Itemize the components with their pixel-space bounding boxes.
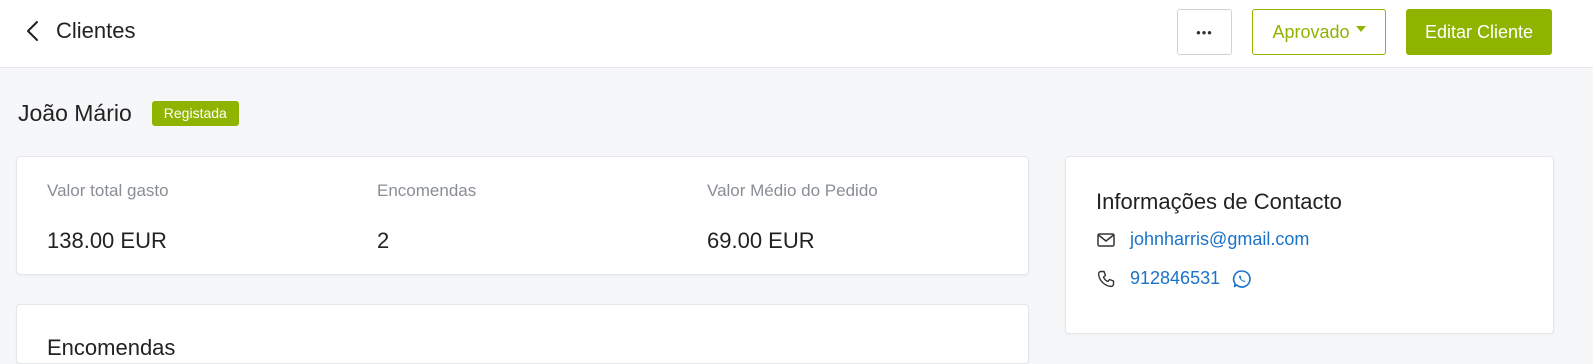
contact-email-row: johnharris@gmail.com [1096, 229, 1309, 250]
status-badge: Registada [151, 100, 239, 126]
customer-name: João Mário [18, 99, 132, 126]
stat-orders: Encomendas 2 [377, 181, 476, 254]
email-link[interactable]: johnharris@gmail.com [1130, 229, 1309, 250]
orders-title: Encomendas [47, 335, 176, 360]
contact-title: Informações de Contacto [1096, 189, 1342, 214]
ellipsis-icon: ••• [1196, 24, 1213, 40]
stat-average-order: Valor Médio do Pedido 69.00 EUR [707, 181, 878, 254]
contact-phone-row: 912846531 [1096, 268, 1252, 289]
stat-value: 2 [377, 228, 390, 253]
stats-card: Valor total gasto 138.00 EUR Encomendas … [16, 156, 1029, 275]
back-button[interactable]: Clientes [24, 17, 135, 45]
stat-label: Valor Médio do Pedido [707, 181, 878, 200]
contact-card: Informações de Contacto johnharris@gmail… [1065, 156, 1554, 334]
stat-total-spent: Valor total gasto 138.00 EUR [47, 181, 169, 254]
status-dropdown[interactable]: Aprovado [1252, 9, 1386, 55]
top-bar: Clientes ••• Aprovado Editar Cliente [0, 0, 1593, 68]
stat-label: Encomendas [377, 181, 477, 200]
caret-down-icon [1355, 26, 1366, 32]
edit-customer-label: Editar Cliente [1424, 21, 1534, 42]
stat-label: Valor total gasto [47, 181, 169, 200]
more-actions-button[interactable]: ••• [1177, 9, 1232, 55]
phone-link[interactable]: 912846531 [1130, 268, 1220, 289]
phone-icon [1097, 270, 1115, 287]
status-label: Aprovado [1272, 21, 1350, 42]
stat-value: 69.00 EUR [707, 228, 815, 253]
envelope-icon [1097, 232, 1115, 247]
chevron-left-icon [27, 21, 38, 41]
back-label: Clientes [56, 18, 136, 43]
customer-header: João Mário Registada [18, 98, 239, 128]
orders-card: Encomendas [16, 304, 1029, 364]
edit-customer-button[interactable]: Editar Cliente [1406, 9, 1552, 55]
whatsapp-icon[interactable] [1232, 269, 1252, 289]
stat-value: 138.00 EUR [47, 228, 167, 253]
